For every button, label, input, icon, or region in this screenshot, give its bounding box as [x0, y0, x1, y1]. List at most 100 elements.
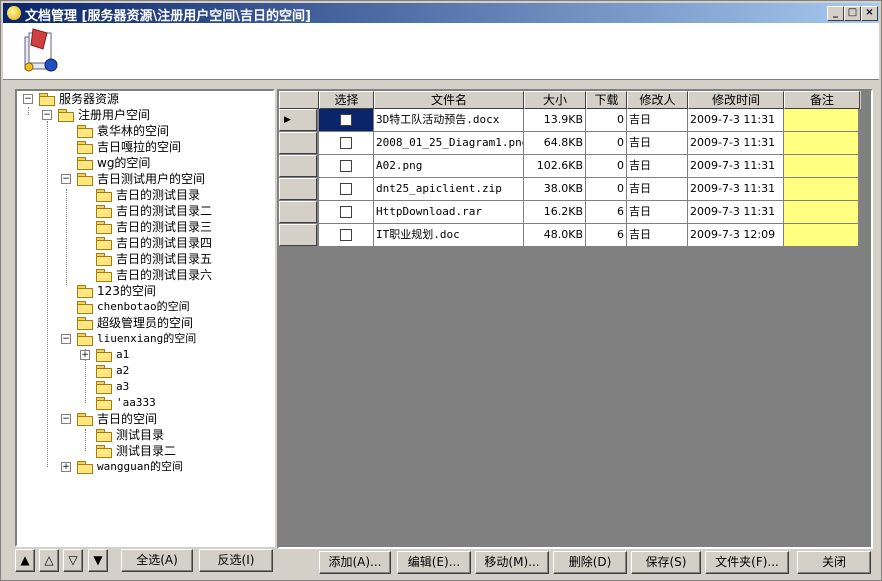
- modified-time-cell[interactable]: 2009-7-3 11:31: [688, 132, 784, 155]
- table-row[interactable]: HttpDownload.rar 16.2KB 6 吉日 2009-7-3 11:31: [279, 201, 861, 224]
- size-cell[interactable]: 16.2KB: [524, 201, 586, 224]
- note-cell[interactable]: [784, 201, 859, 224]
- row-header[interactable]: [279, 155, 317, 177]
- collapse-icon[interactable]: −: [61, 174, 71, 184]
- filename-cell[interactable]: dnt25_apiclient.zip: [374, 178, 524, 201]
- note-cell[interactable]: [784, 109, 859, 132]
- downloads-cell[interactable]: 6: [586, 201, 627, 224]
- select-cell[interactable]: [319, 109, 374, 132]
- row-header[interactable]: [279, 178, 317, 200]
- row-header[interactable]: [279, 132, 317, 154]
- modifier-cell[interactable]: 吉日: [627, 201, 688, 224]
- modifier-cell[interactable]: 吉日: [627, 224, 688, 247]
- collapse-icon[interactable]: −: [61, 414, 71, 424]
- column-header-select[interactable]: 选择: [319, 91, 374, 109]
- row-checkbox[interactable]: [340, 229, 352, 241]
- delete-button[interactable]: 删除(D): [553, 551, 627, 574]
- size-cell[interactable]: 64.8KB: [524, 132, 586, 155]
- select-cell[interactable]: [319, 132, 374, 155]
- select-all-button[interactable]: 全选(A): [121, 549, 193, 572]
- folder-icon: [77, 317, 93, 330]
- column-header-size[interactable]: 大小: [524, 91, 586, 109]
- edit-button[interactable]: 编辑(E)...: [397, 551, 471, 574]
- downloads-cell[interactable]: 0: [586, 155, 627, 178]
- row-checkbox[interactable]: [340, 137, 352, 149]
- select-cell[interactable]: [319, 224, 374, 247]
- folder-open-icon: [77, 413, 93, 426]
- move-top-button[interactable]: ▲: [15, 549, 35, 572]
- downloads-cell[interactable]: 0: [586, 109, 627, 132]
- filename-cell[interactable]: HttpDownload.rar: [374, 201, 524, 224]
- row-checkbox[interactable]: [340, 114, 352, 126]
- row-header[interactable]: [279, 224, 317, 246]
- downloads-cell[interactable]: 0: [586, 132, 627, 155]
- modified-time-cell[interactable]: 2009-7-3 11:31: [688, 109, 784, 132]
- minimize-button[interactable]: _: [827, 6, 844, 21]
- move-button[interactable]: 移动(M)...: [475, 551, 549, 574]
- note-cell[interactable]: [784, 224, 859, 247]
- table-row[interactable]: ▶ 3D特工队活动预告.docx 13.9KB 0 吉日 2009-7-3 11:31: [279, 109, 861, 132]
- invert-selection-button[interactable]: 反选(I): [199, 549, 273, 572]
- table-row[interactable]: IT职业规划.doc 48.0KB 6 吉日 2009-7-3 12:09: [279, 224, 861, 247]
- modifier-cell[interactable]: 吉日: [627, 109, 688, 132]
- folder-button[interactable]: 文件夹(F)...: [705, 551, 789, 574]
- expand-icon[interactable]: +: [61, 462, 71, 472]
- size-cell[interactable]: 38.0KB: [524, 178, 586, 201]
- modified-time-cell[interactable]: 2009-7-3 11:31: [688, 178, 784, 201]
- downloads-cell[interactable]: 6: [586, 224, 627, 247]
- modifier-cell[interactable]: 吉日: [627, 178, 688, 201]
- app-icon: [7, 6, 21, 20]
- table-row[interactable]: A02.png 102.6KB 0 吉日 2009-7-3 11:31: [279, 155, 861, 178]
- row-header[interactable]: [279, 201, 317, 223]
- select-cell[interactable]: [319, 178, 374, 201]
- collapse-icon[interactable]: −: [42, 110, 52, 120]
- modifier-cell[interactable]: 吉日: [627, 132, 688, 155]
- folder-icon: [96, 381, 112, 394]
- row-checkbox[interactable]: [340, 160, 352, 172]
- note-cell[interactable]: [784, 132, 859, 155]
- modified-time-cell[interactable]: 2009-7-3 12:09: [688, 224, 784, 247]
- note-cell[interactable]: [784, 155, 859, 178]
- save-button[interactable]: 保存(S): [631, 551, 701, 574]
- column-header-downloads[interactable]: 下载: [586, 91, 627, 109]
- filename-cell[interactable]: 3D特工队活动预告.docx: [374, 109, 524, 132]
- row-checkbox[interactable]: [340, 183, 352, 195]
- size-cell[interactable]: 48.0KB: [524, 224, 586, 247]
- column-header-filename[interactable]: 文件名: [374, 91, 524, 109]
- column-header-modified-time[interactable]: 修改时间: [688, 91, 784, 109]
- table-row[interactable]: 2008_01_25_Diagram1.png 64.8KB 0 吉日 2009-7-3…: [279, 132, 861, 155]
- modifier-cell[interactable]: 吉日: [627, 155, 688, 178]
- filename-cell[interactable]: A02.png: [374, 155, 524, 178]
- note-cell[interactable]: [784, 178, 859, 201]
- folder-icon: [96, 429, 112, 442]
- size-cell[interactable]: 13.9KB: [524, 109, 586, 132]
- folder-tree[interactable]: − 服务器资源 − 注册用户空间 袁华林的空间 吉日嘎拉的空间 wg的空间 − …: [15, 89, 275, 547]
- folder-icon: [77, 173, 93, 186]
- table-row[interactable]: dnt25_apiclient.zip 38.0KB 0 吉日 2009-7-3 11:…: [279, 178, 861, 201]
- select-cell[interactable]: [319, 201, 374, 224]
- move-bottom-button[interactable]: ▼: [88, 549, 108, 572]
- move-up-button[interactable]: △: [39, 549, 59, 572]
- column-header-modifier[interactable]: 修改人: [627, 91, 688, 109]
- filename-cell[interactable]: 2008_01_25_Diagram1.png: [374, 132, 524, 155]
- column-header-note[interactable]: 备注: [784, 91, 860, 109]
- filename-cell[interactable]: IT职业规划.doc: [374, 224, 524, 247]
- move-down-button[interactable]: ▽: [63, 549, 83, 572]
- folder-icon: [77, 157, 93, 170]
- downloads-cell[interactable]: 0: [586, 178, 627, 201]
- file-grid[interactable]: 选择 文件名 大小 下载 修改人 修改时间 备注 ▶ 3D特工队活动预告.docx…: [277, 89, 873, 549]
- add-button[interactable]: 添加(A)...: [319, 551, 391, 574]
- title-bar[interactable]: 文档管理 [服务器资源\注册用户空间\吉日的空间] _ □ ×: [3, 3, 879, 24]
- expand-icon[interactable]: +: [80, 350, 90, 360]
- modified-time-cell[interactable]: 2009-7-3 11:31: [688, 201, 784, 224]
- collapse-icon[interactable]: −: [61, 334, 71, 344]
- close-button[interactable]: 关闭: [797, 551, 871, 574]
- maximize-button[interactable]: □: [844, 6, 861, 21]
- close-window-button[interactable]: ×: [861, 6, 878, 21]
- collapse-icon[interactable]: −: [23, 94, 33, 104]
- row-checkbox[interactable]: [340, 206, 352, 218]
- size-cell[interactable]: 102.6KB: [524, 155, 586, 178]
- row-header[interactable]: ▶: [279, 109, 317, 131]
- modified-time-cell[interactable]: 2009-7-3 11:31: [688, 155, 784, 178]
- select-cell[interactable]: [319, 155, 374, 178]
